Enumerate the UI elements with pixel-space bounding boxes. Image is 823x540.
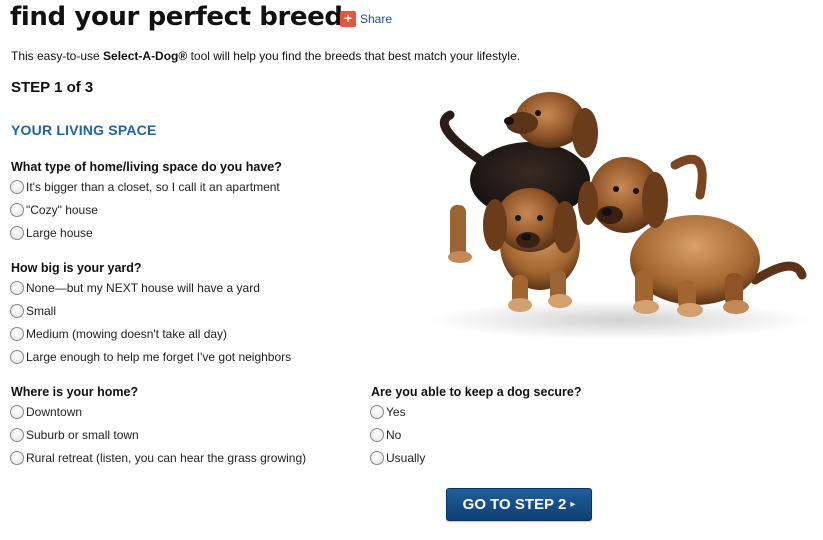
radio-button[interactable] bbox=[10, 327, 24, 341]
radio-button[interactable] bbox=[10, 304, 24, 318]
intro-text: This easy-to-use Select-A-Dog® tool will… bbox=[11, 49, 520, 63]
radio-button[interactable] bbox=[370, 451, 384, 465]
plus-icon: + bbox=[340, 11, 356, 27]
option-label: Medium (mowing doesn't take all day) bbox=[26, 327, 228, 341]
radio-button[interactable] bbox=[10, 203, 24, 217]
radio-button[interactable] bbox=[10, 180, 24, 194]
go-to-step-2-button[interactable]: GO TO STEP 2 ▸ bbox=[446, 488, 592, 521]
radio-button[interactable] bbox=[370, 405, 384, 419]
share-button[interactable]: + Share bbox=[340, 11, 392, 27]
option-yard-large[interactable]: Large enough to help me forget I've got … bbox=[10, 350, 291, 364]
option-rural[interactable]: Rural retreat (listen, you can hear the … bbox=[10, 451, 306, 465]
option-suburb[interactable]: Suburb or small town bbox=[10, 428, 139, 442]
tool-name: Select-A-Dog® bbox=[103, 49, 188, 63]
section-title: YOUR LIVING SPACE bbox=[11, 122, 157, 138]
question-yard: How big is your yard? bbox=[11, 261, 142, 275]
question-location: Where is your home? bbox=[11, 385, 139, 399]
option-secure-usually[interactable]: Usually bbox=[370, 451, 425, 465]
option-yard-medium[interactable]: Medium (mowing doesn't take all day) bbox=[10, 327, 227, 341]
option-label: It's bigger than a closet, so I call it … bbox=[26, 180, 280, 194]
option-yard-small[interactable]: Small bbox=[10, 304, 56, 318]
chevron-right-icon: ▸ bbox=[570, 499, 576, 510]
puppies-image bbox=[430, 92, 810, 340]
radio-button[interactable] bbox=[10, 428, 24, 442]
option-label: Small bbox=[26, 304, 57, 318]
button-label: GO TO STEP 2 bbox=[462, 496, 567, 513]
option-label: Rural retreat (listen, you can hear the … bbox=[26, 451, 307, 465]
option-yard-none[interactable]: None—but my NEXT house will have a yard bbox=[10, 281, 260, 295]
option-large-house[interactable]: Large house bbox=[10, 226, 93, 240]
option-cozy-house[interactable]: "Cozy" house bbox=[10, 203, 98, 217]
option-label: None—but my NEXT house will have a yard bbox=[26, 281, 260, 295]
radio-button[interactable] bbox=[10, 281, 24, 295]
page-title: find your perfect breed bbox=[10, 2, 343, 32]
option-apartment[interactable]: It's bigger than a closet, so I call it … bbox=[10, 180, 280, 194]
option-label: Downtown bbox=[26, 405, 83, 419]
option-label: Suburb or small town bbox=[26, 428, 139, 442]
option-label: No bbox=[386, 428, 402, 442]
question-secure: Are you able to keep a dog secure? bbox=[371, 385, 582, 399]
intro-after: tool will help you find the breeds that … bbox=[187, 49, 521, 63]
radio-button[interactable] bbox=[10, 350, 24, 364]
option-label: Large house bbox=[26, 226, 93, 240]
option-downtown[interactable]: Downtown bbox=[10, 405, 82, 419]
intro-before: This easy-to-use bbox=[11, 49, 104, 63]
radio-button[interactable] bbox=[10, 451, 24, 465]
option-label: Yes bbox=[386, 405, 406, 419]
question-home-type: What type of home/living space do you ha… bbox=[11, 160, 282, 174]
share-label: Share bbox=[360, 12, 393, 26]
option-label: Usually bbox=[386, 451, 426, 465]
option-label: Large enough to help me forget I've got … bbox=[26, 350, 292, 364]
option-secure-no[interactable]: No bbox=[370, 428, 401, 442]
radio-button[interactable] bbox=[370, 428, 384, 442]
step-indicator: STEP 1 of 3 bbox=[11, 79, 94, 96]
radio-button[interactable] bbox=[10, 405, 24, 419]
radio-button[interactable] bbox=[10, 226, 24, 240]
option-label: "Cozy" house bbox=[26, 203, 98, 217]
option-secure-yes[interactable]: Yes bbox=[370, 405, 406, 419]
